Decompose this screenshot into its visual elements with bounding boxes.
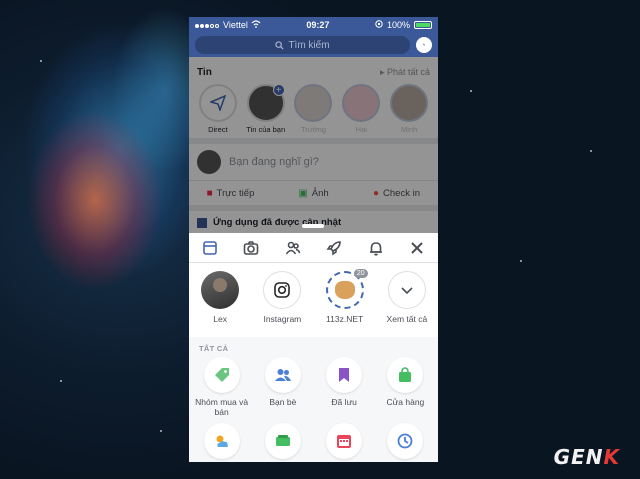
shortcut-shop[interactable]: Cửa hàng — [376, 357, 434, 417]
shortcut-saved[interactable]: Đã lưu — [315, 357, 373, 417]
sheet-drag-handle[interactable] — [302, 224, 324, 228]
shortcut-grid-row — [189, 423, 438, 459]
avatar — [201, 271, 240, 309]
search-input[interactable]: Tìm kiếm — [195, 36, 410, 54]
history-icon — [387, 423, 424, 459]
shortcut-label: Instagram — [263, 314, 302, 324]
shortcut-grid-row: Nhóm mua và bán Bạn bè Đã lưu Cửa hàng — [189, 357, 438, 417]
calendar-icon — [326, 423, 363, 459]
battery-percent: 100% — [386, 20, 410, 30]
bookmark-icon — [326, 357, 363, 393]
friends-icon — [264, 357, 301, 393]
instagram-icon — [263, 271, 302, 309]
shortcut-label: 113z.NET — [326, 314, 364, 324]
payments-icon — [264, 423, 301, 459]
shortcut-label: Lex — [213, 314, 227, 324]
shortcut-113z-net[interactable]: 20 113z.NET — [316, 269, 374, 337]
watermark-text: GEN — [553, 445, 604, 469]
shortcut-friends[interactable]: Bạn bè — [254, 357, 312, 417]
shortcut-events[interactable] — [315, 423, 373, 459]
shortcut-lex[interactable]: Lex — [191, 271, 249, 337]
star — [590, 150, 592, 152]
page-avatar: 20 — [325, 269, 368, 309]
star — [160, 430, 162, 432]
recent-shortcuts: Lex Instagram 20 113z.NET Xem tất cả — [189, 263, 438, 337]
genk-watermark: GENK — [554, 445, 620, 469]
sheet-tab-bar — [189, 233, 438, 263]
star — [470, 90, 472, 92]
star — [520, 260, 522, 262]
phone-screen: Viettel 09:27 100% Tìm kiếm Tin ▸ Phát t… — [189, 17, 438, 462]
app-header: Tìm kiếm — [189, 33, 438, 57]
tag-icon — [203, 357, 240, 393]
shortcut-label: Nhóm mua và bán — [195, 397, 249, 417]
shortcuts-sheet: Lex Instagram 20 113z.NET Xem tất cả TẤT… — [189, 224, 438, 462]
search-placeholder: Tìm kiếm — [288, 39, 330, 51]
search-icon — [275, 40, 284, 50]
shortcut-weather[interactable] — [193, 423, 251, 459]
orientation-lock-icon — [375, 20, 383, 30]
shortcut-memories[interactable] — [376, 423, 434, 459]
rocket-icon[interactable] — [320, 236, 348, 260]
weather-icon — [203, 423, 240, 459]
shopping-bag-icon — [387, 357, 424, 393]
shortcut-label: Cửa hàng — [386, 397, 425, 407]
shortcuts-icon[interactable] — [196, 236, 224, 260]
friends-icon[interactable] — [279, 236, 307, 260]
signal-icon — [195, 20, 220, 30]
status-bar: Viettel 09:27 100% — [189, 17, 438, 33]
shortcut-label: Đã lưu — [331, 397, 357, 407]
clock: 09:27 — [306, 20, 330, 30]
watermark-accent: K — [603, 445, 620, 469]
wifi-icon — [251, 20, 261, 30]
shortcut-instagram[interactable]: Instagram — [253, 271, 311, 337]
battery-icon — [413, 21, 432, 29]
carrier-label: Viettel — [223, 20, 248, 30]
star — [40, 60, 42, 62]
shortcut-label: Xem tất cả — [386, 314, 428, 324]
close-icon[interactable] — [403, 236, 431, 260]
messenger-icon[interactable] — [416, 37, 432, 53]
camera-icon[interactable] — [237, 236, 265, 260]
notification-badge: 20 — [353, 269, 368, 278]
bell-icon[interactable] — [362, 236, 390, 260]
star — [60, 380, 62, 382]
chevron-down-icon — [387, 271, 426, 309]
shortcut-payments[interactable] — [254, 423, 312, 459]
cat-image — [334, 281, 355, 299]
section-title: TẤT CẢ — [199, 344, 229, 353]
see-all-button[interactable]: Xem tất cả — [378, 271, 436, 337]
shortcut-label: Bạn bè — [269, 397, 297, 407]
shortcut-buy-sell-groups[interactable]: Nhóm mua và bán — [193, 357, 251, 417]
dim-overlay[interactable] — [189, 57, 438, 233]
